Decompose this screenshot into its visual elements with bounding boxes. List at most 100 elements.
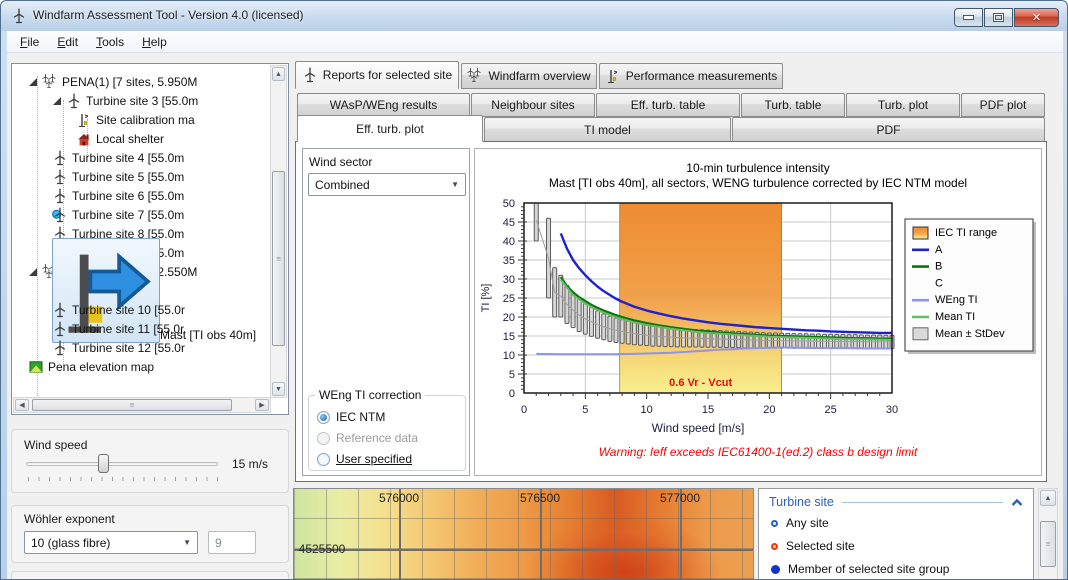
map-x-label: 576000: [379, 491, 419, 505]
svg-text:15: 15: [702, 404, 714, 416]
map-legend-title: Turbine site: [769, 495, 834, 509]
report-content-panel: Wind sector Combined ▼ WEng TI correctio…: [295, 141, 1047, 482]
tab-pdf[interactable]: PDF: [732, 117, 1045, 142]
tree-item-15[interactable]: Pena elevation map: [28, 357, 154, 376]
svg-text:TI [%]: TI [%]: [480, 284, 492, 313]
tree-item-2[interactable]: Site calibration ma: [76, 110, 195, 129]
legend-scrollbar[interactable]: ▲ ≡: [1038, 488, 1058, 580]
tab-label: Neighbour sites: [491, 98, 574, 112]
app-icon: [11, 8, 27, 24]
svg-text:50: 50: [503, 198, 515, 210]
tree-item-label: Turbine site 7 [55.0m: [72, 208, 184, 222]
tree-item-3[interactable]: Local shelter: [76, 129, 164, 148]
tree-item-13[interactable]: Turbine site 11 [55.0r: [52, 319, 184, 338]
tree-item-12[interactable]: Turbine site 10 [55.0r: [52, 300, 185, 319]
tab-neighbour-sites[interactable]: Neighbour sites: [471, 93, 595, 117]
svg-text:25: 25: [503, 293, 515, 305]
svg-text:B: B: [935, 261, 942, 273]
menu-bar: FileEditToolsHelp: [7, 31, 1063, 53]
radio-reference-data[interactable]: Reference data: [317, 431, 418, 445]
expand-toggle-icon[interactable]: [29, 78, 37, 86]
windfarm-icon: [42, 74, 58, 90]
tab-label: TI model: [584, 123, 631, 137]
tree-item-0[interactable]: PENA(1) [7 sites, 5.950M: [28, 72, 197, 91]
svg-text:15: 15: [503, 331, 515, 343]
tab-windfarm-overview[interactable]: Windfarm overview: [461, 63, 597, 89]
minimize-button[interactable]: [954, 8, 983, 27]
tab-eff-turb-plot[interactable]: Eff. turb. plot: [297, 115, 483, 142]
chart-xaxis-label: Wind speed [m/s]: [415, 421, 981, 435]
expand-toggle-icon[interactable]: [29, 268, 37, 276]
title-bar[interactable]: Windfarm Assessment Tool - Version 4.0 (…: [1, 1, 1067, 31]
scrollbar-thumb[interactable]: ≡: [1040, 521, 1056, 567]
svg-text:WEng TI: WEng TI: [935, 294, 978, 306]
tree-item-label: PENA(1) [7 sites, 5.950M: [62, 75, 197, 89]
tab-eff-turb-table[interactable]: Eff. turb. table: [596, 93, 740, 117]
tab-reports-for-selected-site[interactable]: Reports for selected site: [295, 61, 459, 89]
tab-wasp-weng-results[interactable]: WAsP/WEng results: [297, 93, 470, 117]
radio-button-icon[interactable]: [317, 432, 330, 445]
radio-button-icon[interactable]: [317, 411, 330, 424]
menu-tools[interactable]: Tools: [87, 33, 133, 51]
map-gridline-major: [294, 549, 753, 551]
chart-subtitle: Mast [TI obs 40m], all sectors, WENG tur…: [475, 176, 1041, 190]
radio-user-specified[interactable]: User specified: [317, 452, 412, 466]
tab-ti-model[interactable]: TI model: [484, 117, 731, 142]
menu-edit[interactable]: Edit: [48, 33, 87, 51]
scroll-left-button[interactable]: ◀: [15, 399, 29, 411]
tab-performance-measurements[interactable]: Performance measurements: [599, 63, 783, 89]
slider-tick-marks: [28, 477, 220, 481]
site-tree[interactable]: PENA(1) [7 sites, 5.950M Turbine site 3 […: [11, 63, 289, 415]
chevron-up-icon[interactable]: [1011, 498, 1023, 507]
expand-toggle-icon[interactable]: [53, 97, 61, 105]
tree-item-5[interactable]: Turbine site 5 [55.0m: [52, 167, 184, 186]
tree-item-11[interactable]: Mast [TI obs 40m]: [52, 281, 160, 300]
svg-text:20: 20: [763, 404, 775, 416]
radio-iec-ntm[interactable]: IEC NTM: [317, 410, 385, 424]
tree-item-label: Turbine site 10 [55.0r: [72, 303, 185, 317]
wind-sector-label: Wind sector: [309, 155, 372, 169]
menu-help[interactable]: Help: [133, 33, 176, 51]
chevron-down-icon: ▼: [451, 180, 459, 189]
tree-item-6[interactable]: Turbine site 6 [55.0m: [52, 186, 184, 205]
tree-hscrollbar[interactable]: ◀≡ ▶: [13, 397, 271, 413]
map-x-label: 577000: [660, 491, 700, 505]
tab-label: Eff. turb. plot: [356, 122, 424, 136]
wind-speed-slider-track[interactable]: [26, 462, 218, 466]
tree-item-7[interactable]: Turbine site 7 [55.0m: [52, 205, 184, 224]
menu-file[interactable]: File: [11, 33, 48, 51]
radio-label: IEC NTM: [336, 410, 385, 424]
turbine-selected-icon: [52, 207, 68, 223]
wind-sector-select[interactable]: Combined ▼: [308, 173, 466, 196]
wind-speed-slider-thumb[interactable]: [98, 454, 109, 473]
tree-item-14[interactable]: Turbine site 12 [55.0r: [52, 338, 185, 357]
scroll-up-button[interactable]: ▲: [272, 67, 285, 81]
tree-vscrollbar[interactable]: ▲ ≡ ▼: [270, 65, 287, 398]
scroll-down-button[interactable]: ▼: [272, 382, 285, 396]
maximize-button[interactable]: [984, 8, 1013, 27]
wohler-label: Wöhler exponent: [24, 512, 115, 526]
elevation-map[interactable]: 5760005765005770004525500: [293, 488, 754, 580]
svg-text:20: 20: [503, 312, 515, 324]
tab-pdf-plot[interactable]: PDF plot: [961, 93, 1045, 117]
tab-turb-plot[interactable]: Turb. plot: [846, 93, 960, 117]
wohler-select[interactable]: 10 (glass fibre) ▼: [24, 531, 198, 554]
close-button[interactable]: ✕: [1014, 8, 1059, 27]
scrollbar-thumb[interactable]: ≡: [272, 171, 285, 346]
house-icon: [76, 131, 92, 147]
scroll-up-button[interactable]: ▲: [1040, 490, 1056, 506]
main-plot-options-group: Main plot options: [11, 571, 289, 580]
tab-turb-table[interactable]: Turb. table: [741, 93, 845, 117]
svg-text:5: 5: [509, 369, 515, 381]
turbine-icon: [302, 67, 318, 83]
caption-buttons: ✕: [953, 8, 1059, 27]
radio-button-icon[interactable]: [317, 453, 330, 466]
chart-plot: 0.6 Vr - Vcut051015202530051015202530354…: [475, 193, 1041, 430]
scroll-right-button[interactable]: ▶: [255, 399, 269, 411]
tree-item-4[interactable]: Turbine site 4 [55.0m: [52, 148, 184, 167]
wohler-selected-value: 10 (glass fibre): [31, 536, 110, 550]
wohler-input[interactable]: 9: [208, 531, 256, 554]
scrollbar-thumb[interactable]: ≡: [32, 399, 232, 411]
tree-item-1[interactable]: Turbine site 3 [55.0m: [52, 91, 198, 110]
turbine-icon: [52, 188, 68, 204]
